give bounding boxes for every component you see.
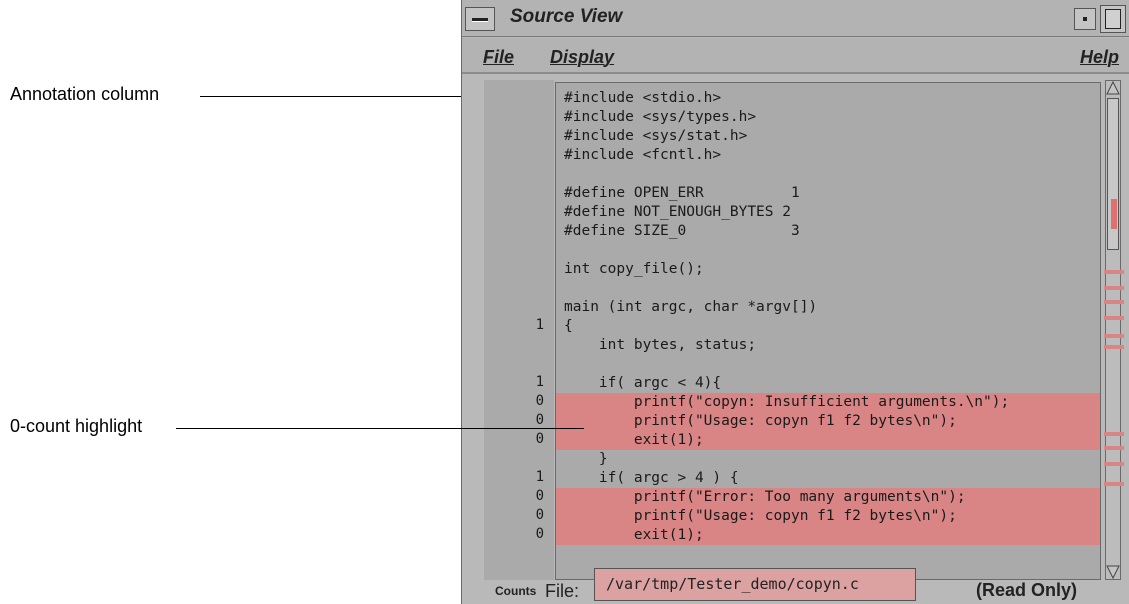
zero-count-tick-mark (1104, 432, 1124, 436)
source-view-window: Source View File Display Help 110001000 … (461, 0, 1129, 604)
zero-count-tick-mark (1104, 270, 1124, 274)
code-line[interactable]: printf("Error: Too many arguments\n"); (564, 488, 966, 507)
code-line[interactable]: exit(1); (564, 526, 704, 545)
annotation-column-callout: Annotation column (10, 84, 160, 104)
annotation-column-callout-line (200, 96, 505, 97)
zero-count-tick-mark (1104, 446, 1124, 450)
code-line[interactable]: if( argc > 4 ) { (564, 469, 739, 488)
line-count: 0 (535, 488, 544, 504)
code-line[interactable]: #define SIZE_0 3 (564, 222, 800, 241)
scroll-up-arrow-icon[interactable] (1106, 81, 1120, 95)
line-count: 0 (535, 526, 544, 542)
line-count: 1 (535, 469, 544, 485)
code-line[interactable]: int bytes, status; (564, 336, 756, 355)
title-bar[interactable]: Source View (462, 0, 1129, 37)
code-line[interactable]: #define OPEN_ERR 1 (564, 184, 800, 203)
menu-help[interactable]: Help (1080, 47, 1119, 68)
zero-count-callout-line (176, 428, 584, 429)
minimize-button[interactable] (1074, 8, 1096, 30)
code-line[interactable]: main (int argc, char *argv[]) (564, 298, 817, 317)
line-count: 0 (535, 393, 544, 409)
annotation-column: 110001000 (484, 80, 554, 580)
zero-count-tick-mark (1104, 334, 1124, 338)
code-line[interactable]: int copy_file(); (564, 260, 704, 279)
code-line[interactable]: printf("Usage: copyn f1 f2 bytes\n"); (564, 412, 957, 431)
zero-count-tick-mark (1104, 316, 1124, 320)
code-line[interactable]: { (564, 317, 573, 336)
code-line[interactable]: exit(1); (564, 431, 704, 450)
file-label: File: (545, 581, 580, 601)
scrollbar-thumb[interactable] (1107, 98, 1119, 250)
code-line[interactable]: #include <fcntl.h> (564, 146, 721, 165)
line-count: 1 (535, 374, 544, 390)
line-count: 1 (535, 317, 544, 333)
maximize-button[interactable] (1100, 5, 1126, 33)
zero-count-tick-mark (1104, 345, 1124, 349)
code-line[interactable]: #include <sys/types.h> (564, 108, 756, 127)
source-code-pane[interactable]: #include <stdio.h> #include <sys/types.h>… (555, 82, 1101, 580)
file-path-field[interactable]: /var/tmp/Tester_demo/copyn.c (594, 568, 916, 601)
menu-display[interactable]: Display (550, 47, 614, 68)
code-line[interactable]: #include <stdio.h> (564, 89, 721, 108)
code-line[interactable]: } (564, 450, 608, 469)
window-menu-button[interactable] (465, 7, 495, 31)
scroll-down-arrow-icon[interactable] (1106, 565, 1120, 579)
code-line[interactable]: #define NOT_ENOUGH_BYTES 2 (564, 203, 791, 222)
line-count: 0 (535, 431, 544, 447)
line-count: 0 (535, 507, 544, 523)
code-line[interactable]: printf("copyn: Insufficient arguments.\n… (564, 393, 1009, 412)
zero-count-tick-mark (1104, 462, 1124, 466)
vertical-scrollbar[interactable] (1105, 80, 1121, 580)
footer-bar: Counts File: /var/tmp/Tester_demo/copyn.… (462, 568, 1129, 604)
menu-bar: File Display Help (462, 38, 1129, 74)
read-only-indicator: (Read Only) (976, 580, 1078, 600)
counts-label: Counts (495, 584, 537, 598)
code-line[interactable]: printf("Usage: copyn f1 f2 bytes\n"); (564, 507, 957, 526)
window-title: Source View (510, 6, 623, 27)
zero-count-callout: 0-count highlight (10, 416, 143, 436)
menu-file[interactable]: File (483, 47, 514, 68)
scrollbar-zero-count-marker (1111, 199, 1117, 229)
code-line[interactable]: if( argc < 4){ (564, 374, 721, 393)
zero-count-tick-mark (1104, 482, 1124, 486)
zero-count-tick-mark (1104, 300, 1124, 304)
code-line[interactable]: #include <sys/stat.h> (564, 127, 747, 146)
zero-count-tick-mark (1104, 286, 1124, 290)
